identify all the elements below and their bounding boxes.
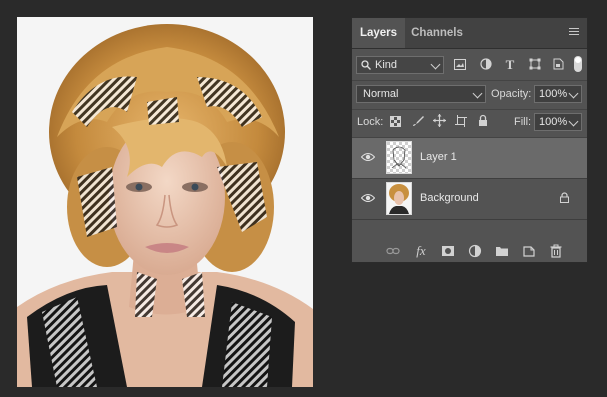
layer-row-background[interactable]: Background [352,179,587,219]
lock-transparent-pixels-icon[interactable] [390,116,401,127]
smart-object-filter-icon[interactable] [553,58,564,70]
filter-row: Kind T [352,56,587,76]
blend-mode-value: Normal [363,88,399,100]
eye-visibility-icon[interactable] [361,152,375,162]
lock-row: Lock: Fill: 100% [352,113,587,133]
filter-toggle-switch[interactable] [574,56,582,72]
opacity-label: Opacity: [491,88,532,100]
link-layers-icon[interactable] [386,244,400,258]
layers-panel: Layers Channels Kind T Normal Opacity: 1… [351,17,588,263]
blend-mode-select[interactable]: Normal [356,85,486,103]
search-icon [361,60,371,70]
chevron-down-icon [568,116,579,127]
layer-thumbnail [386,182,412,215]
panel-menu-icon[interactable] [569,28,579,37]
opacity-value: 100% [539,88,568,100]
fill-value: 100% [539,116,568,128]
panel-tab-bar: Layers Channels [352,18,587,49]
lock-all-icon[interactable] [478,114,488,127]
document-canvas[interactable] [17,17,313,387]
fill-input[interactable]: 100% [534,113,582,131]
pixel-layer-filter-icon[interactable] [454,59,466,70]
portrait-image [17,17,313,387]
new-adjustment-layer-icon[interactable] [468,244,482,258]
layer-row-layer-1[interactable]: Layer 1 [352,138,587,178]
chevron-down-icon [568,88,579,99]
opacity-input[interactable]: 100% [534,85,582,103]
delete-layer-trash-icon[interactable] [549,244,563,258]
filter-kind-select[interactable]: Kind [356,56,444,74]
layer-name[interactable]: Background [420,192,479,204]
divider [352,109,587,110]
add-mask-icon[interactable] [441,244,455,258]
transparent-checker-icon [387,142,411,173]
eye-visibility-icon[interactable] [361,193,375,203]
blend-row: Normal Opacity: 100% [352,85,587,105]
chevron-down-icon [430,59,441,70]
type-layer-filter-icon[interactable]: T [504,57,516,73]
new-layer-icon[interactable] [522,244,536,258]
lock-artboard-icon[interactable] [455,115,467,127]
fill-label: Fill: [514,116,532,128]
new-group-folder-icon[interactable] [495,244,509,258]
layer-name[interactable]: Layer 1 [420,151,457,163]
lock-image-pixels-icon[interactable] [412,115,424,127]
lock-position-icon[interactable] [433,114,446,127]
lock-label: Lock: [357,116,384,128]
lock-icon[interactable] [560,192,569,203]
chevron-down-icon [472,88,483,99]
layer-style-fx-icon[interactable]: fx [414,244,428,258]
adjustment-layer-filter-icon[interactable] [480,58,492,70]
layer-thumbnail [386,141,412,174]
tab-channels[interactable]: Channels [405,18,469,48]
divider [352,219,587,220]
tab-layers[interactable]: Layers [352,18,405,48]
divider [352,80,587,81]
portrait-thumbnail-image [387,183,411,214]
shape-layer-filter-icon[interactable] [529,58,541,70]
layers-footer-toolbar: fx [352,240,587,262]
filter-kind-label: Kind [375,59,398,71]
